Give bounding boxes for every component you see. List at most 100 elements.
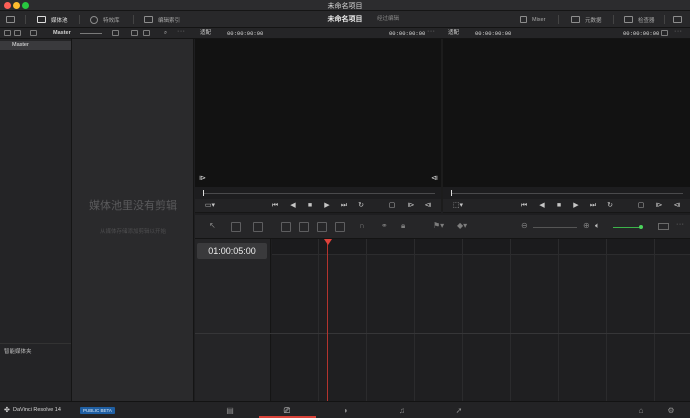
deliver-page-icon: ➚ <box>455 406 463 415</box>
bin-view-icon[interactable] <box>14 30 21 36</box>
effects-library-button[interactable]: 特效库 <box>90 11 120 28</box>
page-tab-deliver[interactable]: ➚ <box>443 402 475 418</box>
mark-in-button-icon[interactable]: ⧐ <box>654 201 664 211</box>
search-icon[interactable]: ⌕ <box>164 29 167 38</box>
page-tab-fairlight[interactable]: ♫ <box>386 402 418 418</box>
insert-clip-icon[interactable] <box>281 222 291 232</box>
play-reverse-icon[interactable]: ◀ <box>288 201 298 211</box>
mark-in-icon[interactable]: ⧐ <box>199 174 206 182</box>
audio-meter-icon[interactable] <box>658 223 669 230</box>
jump-to-end-icon[interactable]: ⏭ <box>339 201 349 211</box>
timeline-scrub-head[interactable] <box>451 190 452 196</box>
metadata-label: 元数据 <box>585 17 602 24</box>
play-reverse-icon[interactable]: ◀ <box>537 201 547 211</box>
mark-in-button-icon[interactable]: ⧐ <box>406 201 416 211</box>
media-pool-button[interactable]: 媒体池 <box>37 11 68 28</box>
timeline-fit-dropdown[interactable]: 适配 <box>448 29 459 38</box>
append-clip-icon[interactable] <box>335 222 345 232</box>
smart-bins-label[interactable]: 智能媒体夹 <box>4 347 32 355</box>
loop-icon[interactable]: ↻ <box>605 201 615 211</box>
trim-tool-icon[interactable] <box>231 222 241 232</box>
mark-out-button-icon[interactable]: ⧏ <box>672 201 682 211</box>
metadata-button[interactable]: 元数据 <box>571 11 602 28</box>
linked-selection-icon[interactable]: ⚭ <box>381 221 388 230</box>
source-viewer-options-icon[interactable]: ··· <box>427 28 436 35</box>
match-frame-icon[interactable]: ▢ <box>636 201 646 211</box>
zoom-out-icon[interactable]: ⊖ <box>521 221 528 230</box>
edit-index-button[interactable]: 编辑索引 <box>144 11 180 28</box>
source-fit-dropdown[interactable]: 适配 <box>200 29 211 38</box>
media-pool-options-icon[interactable]: ··· <box>177 28 186 35</box>
metadata-view-icon[interactable] <box>112 30 119 36</box>
media-pool-empty-hint: 从媒体存储添加剪辑以开始 <box>99 229 166 235</box>
timeline-ruler[interactable] <box>272 239 690 255</box>
playhead-marker[interactable] <box>324 239 332 245</box>
media-page-icon: ▤ <box>226 406 234 415</box>
timeline-timecode[interactable]: 01:00:05:00 <box>197 243 267 259</box>
source-timecode-left: 00:00:00:00 <box>227 30 264 37</box>
timeline-scrub-track[interactable] <box>451 193 683 194</box>
mark-out-icon[interactable]: ⧏ <box>431 174 438 182</box>
page-tab-color[interactable]: ◑ <box>329 402 361 418</box>
edit-toolbar: ↖ ∩ ⚭ 🔒︎ ⚑▾ ◆▾ ⊖ ⊕ 🔈︎ ··· <box>195 215 690 239</box>
play-icon[interactable]: ▶ <box>322 201 332 211</box>
window-layout-icon <box>673 16 682 23</box>
bin-list-icon[interactable] <box>4 30 11 36</box>
loop-icon[interactable]: ↻ <box>356 201 366 211</box>
grid-line <box>318 239 319 401</box>
source-scrub-track[interactable] <box>203 193 435 194</box>
volume-slider[interactable] <box>613 227 641 228</box>
grid-line <box>606 239 607 401</box>
home-button[interactable]: ⌂ <box>625 402 657 418</box>
timeline-viewer[interactable] <box>443 39 690 199</box>
window-layout-button[interactable] <box>673 11 682 28</box>
edit-toolbar-options-icon[interactable]: ··· <box>676 221 685 228</box>
inspector-button[interactable]: 检查器 <box>624 11 655 28</box>
video-audio-divider <box>195 333 690 334</box>
source-scrub-head[interactable] <box>203 190 204 196</box>
match-frame-icon[interactable]: ▢ <box>387 201 397 211</box>
mark-out-button-icon[interactable]: ⧏ <box>423 201 433 211</box>
playhead-line[interactable] <box>327 243 328 401</box>
source-transport-bar: ▭▾ ⏮ ◀ ■ ▶ ⏭ ↻ ▢ ⧐ ⧏ <box>195 199 441 213</box>
timeline-scrubber[interactable] <box>443 187 690 199</box>
play-icon[interactable]: ▶ <box>571 201 581 211</box>
page-tab-media[interactable]: ▤ <box>214 402 246 418</box>
speaker-icon[interactable]: 🔈︎ <box>595 221 600 231</box>
stop-icon[interactable]: ■ <box>305 201 315 211</box>
sort-arrow-icon[interactable] <box>30 30 37 36</box>
bin-item-master[interactable]: Master <box>0 41 71 50</box>
monitor-toggle-button[interactable] <box>6 11 15 28</box>
toolbar-divider <box>558 15 559 24</box>
jump-to-end-icon[interactable]: ⏭ <box>588 201 598 211</box>
thumbnail-view-icon[interactable] <box>131 30 138 36</box>
selection-tool-icon[interactable]: ↖ <box>209 221 216 230</box>
viewer-size-icon[interactable]: ▭▾ <box>203 201 217 211</box>
viewer-mode-icon[interactable] <box>661 30 668 36</box>
overwrite-clip-icon[interactable] <box>299 222 309 232</box>
list-view-icon[interactable] <box>143 30 150 36</box>
zoom-in-icon[interactable]: ⊕ <box>583 221 590 230</box>
snapping-icon[interactable]: ∩ <box>359 221 365 230</box>
settings-button[interactable]: ⚙ <box>655 402 687 418</box>
replace-clip-icon[interactable] <box>317 222 327 232</box>
source-viewer[interactable]: ⧐ ⧏ <box>195 39 441 199</box>
lock-icon[interactable]: 🔒︎ <box>401 221 405 231</box>
jump-to-start-icon[interactable]: ⏮ <box>519 201 529 211</box>
stop-icon[interactable]: ■ <box>554 201 564 211</box>
bins-panel: Master 智能媒体夹 <box>0 39 72 401</box>
marker-icon[interactable]: ◆▾ <box>457 221 467 230</box>
timeline-area[interactable] <box>272 239 690 401</box>
thumbnail-size-slider[interactable] <box>80 33 102 34</box>
source-scrubber[interactable] <box>195 187 441 199</box>
mixer-button[interactable]: Mixer <box>520 11 545 28</box>
zoom-slider[interactable] <box>533 227 577 228</box>
viewer-overlay-icon[interactable]: ⬚▾ <box>451 201 465 211</box>
flag-icon[interactable]: ⚑▾ <box>433 221 444 230</box>
blade-tool-icon[interactable] <box>253 222 263 232</box>
jump-to-start-icon[interactable]: ⏮ <box>270 201 280 211</box>
window-title-bar: 未命名项目 <box>0 0 690 11</box>
grid-line <box>462 239 463 401</box>
timeline-viewer-options-icon[interactable]: ··· <box>674 28 683 35</box>
volume-slider-knob[interactable] <box>639 225 643 229</box>
